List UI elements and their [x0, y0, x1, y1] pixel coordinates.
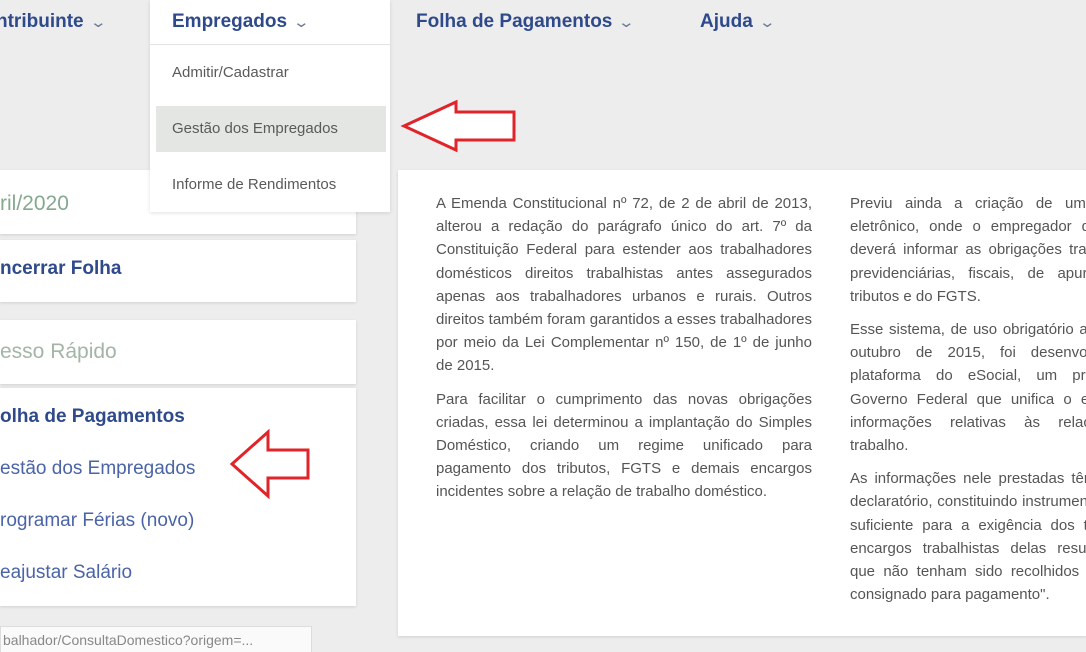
nav-ajuda-label: Ajuda	[700, 11, 753, 32]
content-panel: A Emenda Constitucional nº 72, de 2 de a…	[398, 170, 1086, 636]
chevron-down-icon: ⌄	[89, 14, 107, 31]
chevron-down-icon: ⌄	[617, 14, 636, 31]
quick-link-folha-de-pagamentos[interactable]: olha de Pagamentos	[0, 406, 185, 428]
nav-empregados[interactable]: Empregados ⌄	[150, 0, 390, 45]
content-column-2: Previu ainda a criação de um sistema ele…	[850, 192, 1086, 616]
nav-contribuinte[interactable]: ntribuinte ⌄	[0, 8, 107, 36]
content-column-1: A Emenda Constitucional nº 72, de 2 de a…	[436, 192, 812, 514]
encerrar-panel: ncerrar Folha	[0, 240, 356, 302]
quick-link-gestao-dos-empregados[interactable]: estão dos Empregados	[0, 458, 195, 480]
paragraph: A Emenda Constitucional nº 72, de 2 de a…	[436, 195, 812, 375]
nav-ajuda[interactable]: Ajuda ⌄	[700, 8, 776, 36]
nav-contribuinte-label: ntribuinte	[0, 11, 84, 32]
nav-empregados-label: Empregados	[172, 11, 288, 32]
menu-item-admitir-cadastrar[interactable]: Admitir/Cadastrar	[156, 50, 386, 96]
paragraph: As informações nele prestadas têm caráte…	[850, 470, 1086, 604]
nav-folha-de-pagamentos[interactable]: Folha de Pagamentos ⌄	[416, 8, 636, 36]
quick-access-title: esso Rápido	[0, 340, 117, 363]
menu-item-informe-de-rendimentos[interactable]: Informe de Rendimentos	[156, 162, 386, 208]
chevron-down-icon: ⌄	[292, 14, 311, 31]
red-arrow-left-icon	[400, 99, 516, 153]
chevron-down-icon: ⌄	[758, 14, 776, 31]
nav-folha-label: Folha de Pagamentos	[416, 11, 613, 32]
quick-link-programar-ferias[interactable]: rogramar Férias (novo)	[0, 510, 194, 532]
quick-link-reajustar-salario[interactable]: eajustar Salário	[0, 562, 132, 584]
red-arrow-left-icon	[229, 428, 310, 500]
paragraph: Previu ainda a criação de um sistema ele…	[850, 195, 1086, 305]
paragraph: Para facilitar o cumprimento das novas o…	[436, 390, 812, 501]
paragraph: Esse sistema, de uso obrigatório a parti…	[850, 321, 1086, 455]
status-url-bar: balhador/ConsultaDomestico?origem=...	[0, 626, 312, 652]
menu-item-gestao-dos-empregados[interactable]: Gestão dos Empregados	[156, 106, 386, 152]
encerrar-folha-link[interactable]: ncerrar Folha	[0, 258, 121, 280]
period-label: ril/2020	[0, 192, 69, 215]
empregados-dropdown: Empregados ⌄ Admitir/Cadastrar Gestão dos…	[150, 0, 390, 212]
